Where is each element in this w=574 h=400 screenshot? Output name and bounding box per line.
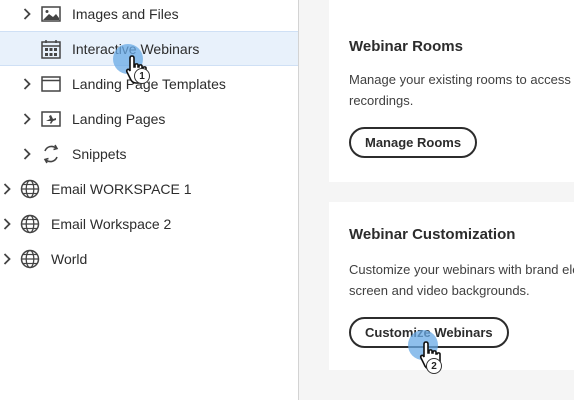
card-title: Webinar Rooms <box>349 38 463 55</box>
chevron-right-icon[interactable] <box>20 77 34 90</box>
card-title: Webinar Customization <box>349 226 516 243</box>
tree-item-label: World <box>51 250 88 267</box>
calendar-grid-icon <box>40 38 62 60</box>
chevron-right-icon[interactable] <box>0 182 14 195</box>
step-badge-1: 1 <box>134 68 150 84</box>
chevron-right-icon[interactable] <box>0 252 14 265</box>
tree-item-label: Email WORKSPACE 1 <box>51 180 192 197</box>
globe-icon <box>19 213 41 235</box>
tree-item-label: Landing Pages <box>72 110 166 127</box>
globe-icon <box>19 248 41 270</box>
card-description: Customize your webinars with brand ele s… <box>349 262 574 298</box>
manage-rooms-button[interactable]: Manage Rooms <box>349 127 478 158</box>
tree-item-world[interactable]: World <box>0 241 298 276</box>
chevron-right-icon[interactable] <box>0 217 14 230</box>
tree-item-snippets[interactable]: Snippets <box>0 136 298 171</box>
tree-item-label: Email Workspace 2 <box>51 215 172 232</box>
tree-item-landing-pages[interactable]: Landing Pages <box>0 101 298 136</box>
chevron-right-icon[interactable] <box>20 112 34 125</box>
template-icon <box>40 73 62 95</box>
webinar-customization-card: Webinar Customization Customize your web… <box>329 202 574 370</box>
webinar-rooms-card: Webinar Rooms Manage your existing rooms… <box>329 0 574 182</box>
tree-item-label: Images and Files <box>72 5 179 22</box>
step-badge-2: 2 <box>426 358 442 374</box>
tree-item-email-workspace-2[interactable]: Email Workspace 2 <box>0 206 298 241</box>
tree-item-images-and-files[interactable]: Images and Files <box>0 0 298 31</box>
landing-page-icon <box>40 108 62 130</box>
tree-item-email-workspace-1[interactable]: Email WORKSPACE 1 <box>0 171 298 206</box>
snippets-icon <box>40 143 62 165</box>
tree-item-label: Snippets <box>72 145 127 162</box>
card-description: Manage your existing rooms to access d r… <box>349 72 574 108</box>
globe-icon <box>19 178 41 200</box>
chevron-right-icon[interactable] <box>20 147 34 160</box>
chevron-right-icon[interactable] <box>20 7 34 20</box>
image-icon <box>40 3 62 25</box>
